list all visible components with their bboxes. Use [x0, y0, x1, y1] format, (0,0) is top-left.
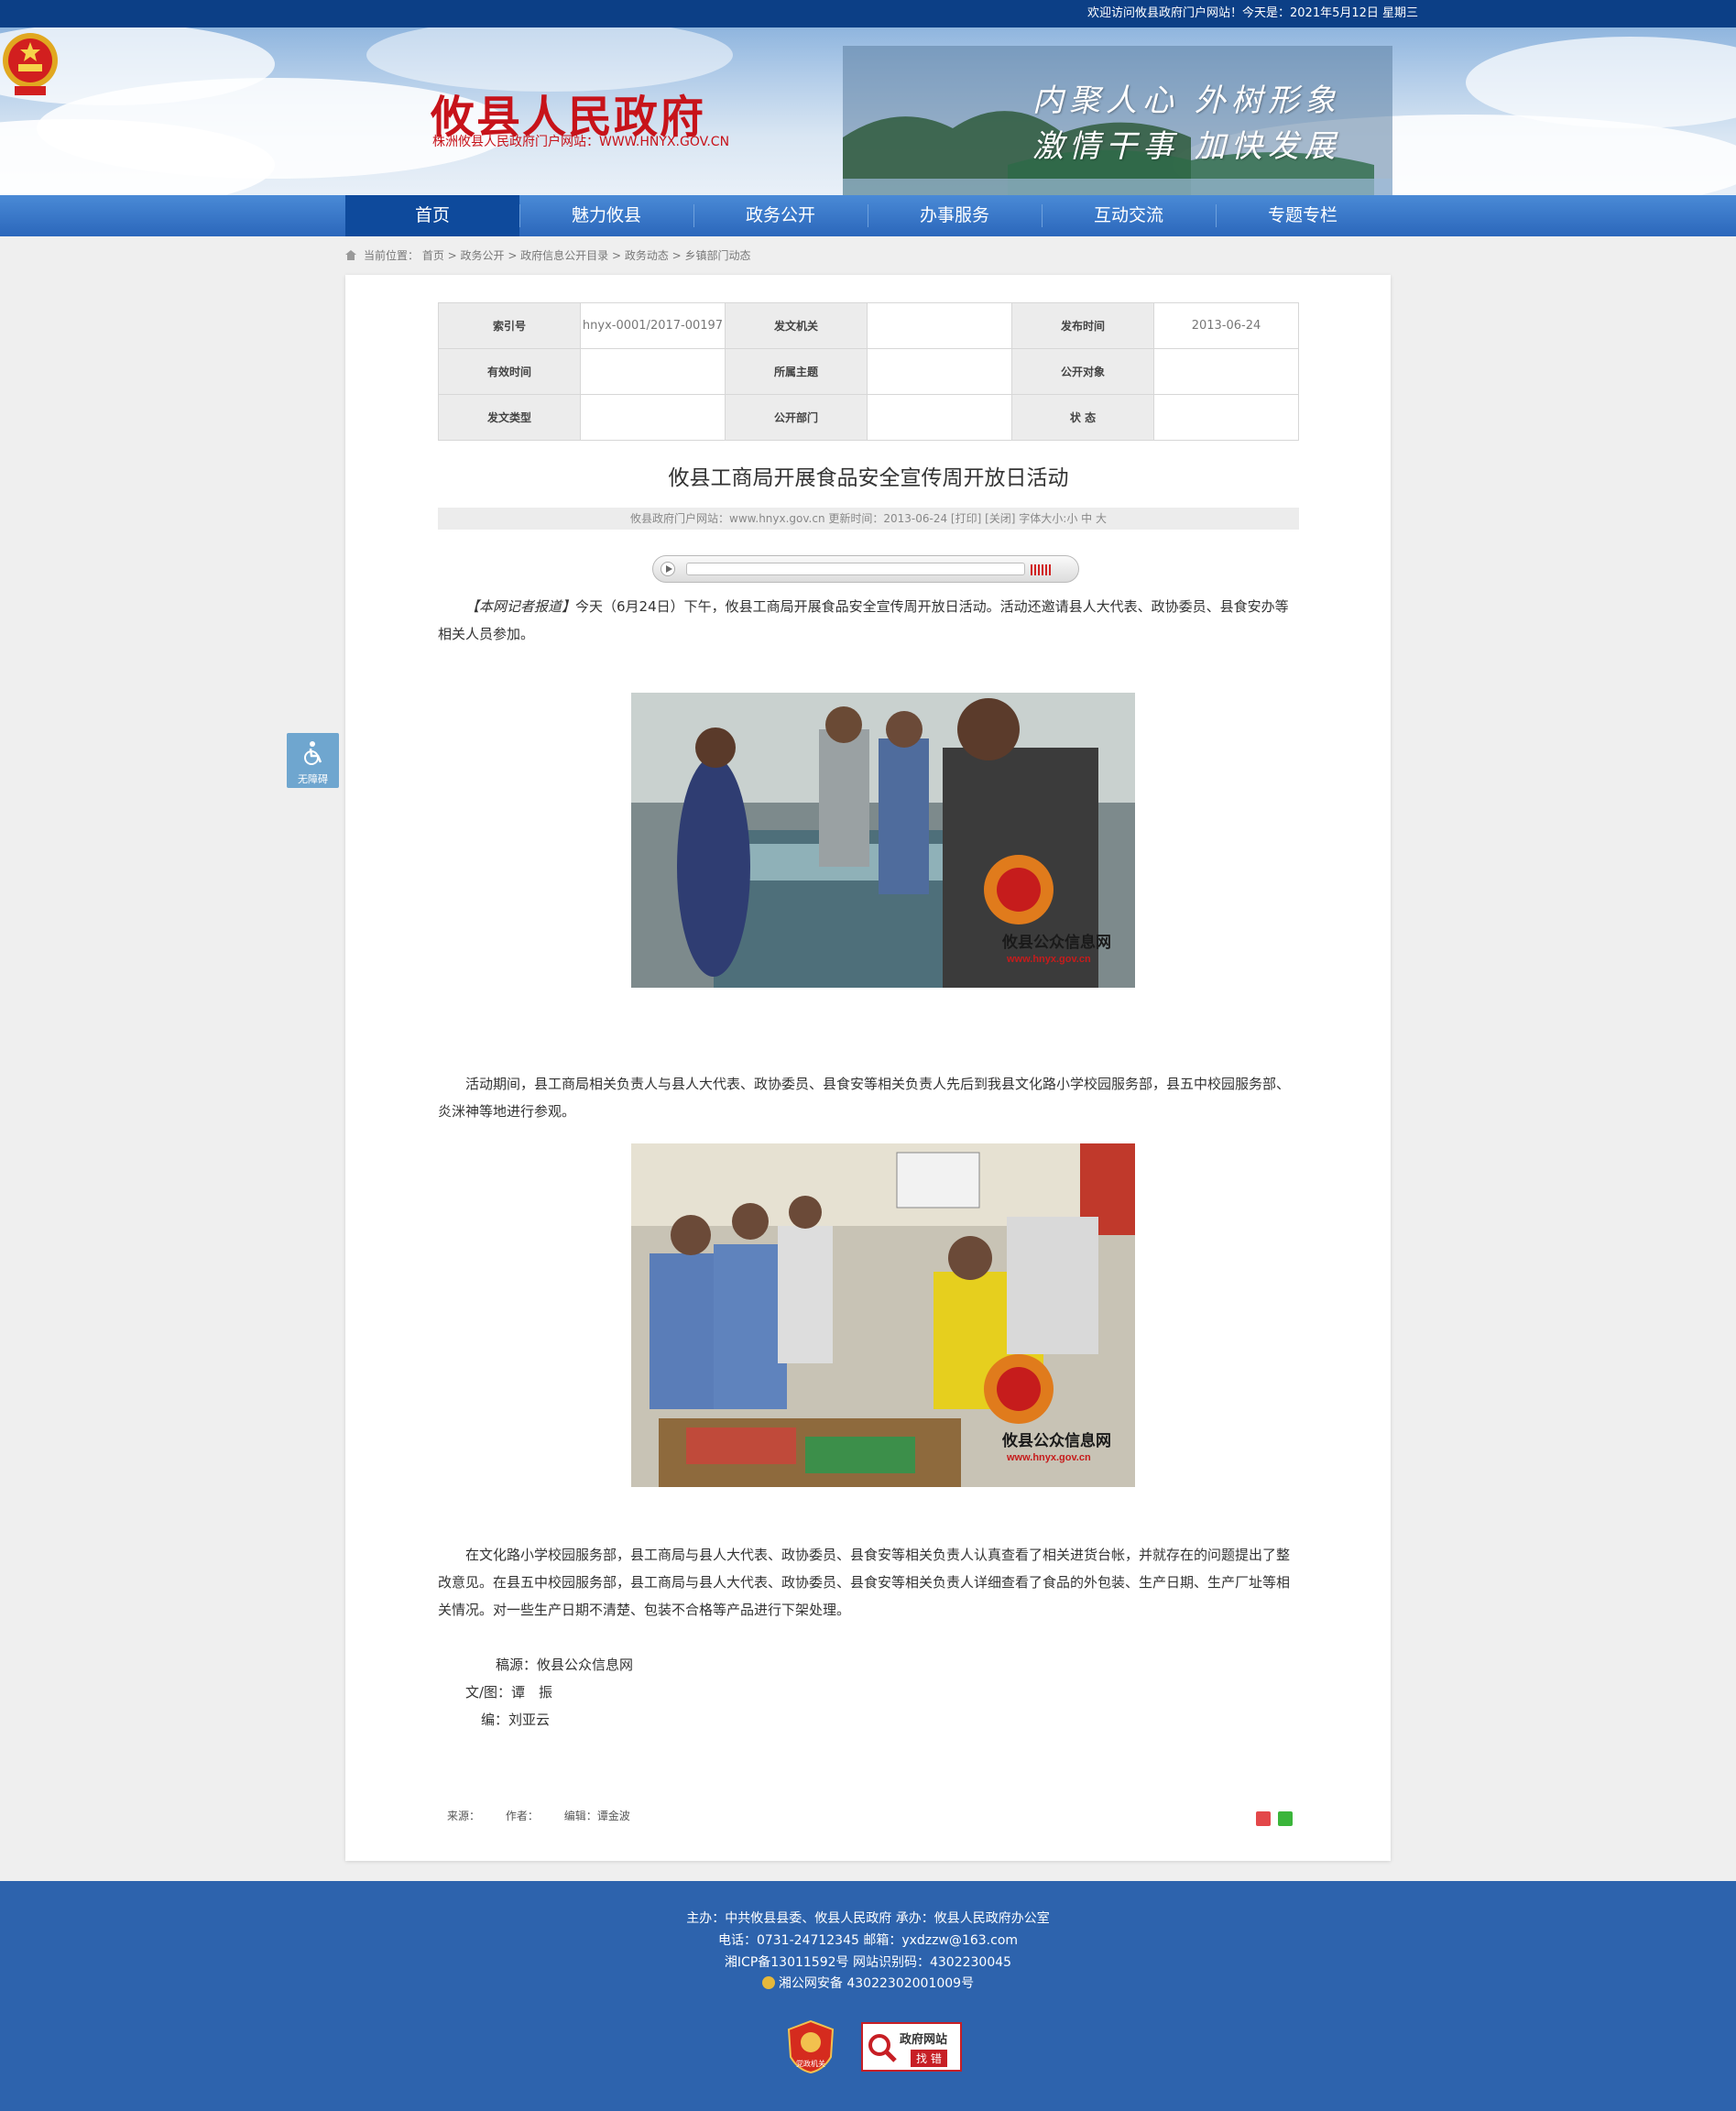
- nav-item-gov-affairs[interactable]: 政务公开: [693, 195, 868, 236]
- article-author: 文/图：谭 振: [465, 1684, 553, 1701]
- meta-value-issuer: [867, 302, 1012, 349]
- slogan-line-2: 激情干事 加快发展: [1032, 128, 1341, 165]
- footer-host: 主办：中共攸县县委、攸县人民政府 承办：攸县人民政府办公室: [686, 1911, 1050, 1926]
- play-icon[interactable]: [661, 562, 675, 576]
- meta-label-audience: 公开对象: [1011, 348, 1154, 395]
- site-url: 株洲攸县人民政府门户网站：WWW.HNYX.GOV.CN: [432, 135, 730, 149]
- home-icon: [345, 250, 356, 260]
- badge-find-error-label: 找 错: [911, 2050, 947, 2067]
- meta-label-issuer: 发文机关: [725, 302, 868, 349]
- footer-author: 作者：: [505, 1810, 539, 1822]
- nav-item-charm[interactable]: 魅力攸县: [519, 195, 693, 236]
- article-paragraph-1: 【本网记者报道】今天（6月24日）下午，攸县工商局开展食品安全宣传周开放日活动。…: [438, 598, 1289, 642]
- photo-1-watermark: 攸县公众信息网: [1001, 933, 1111, 951]
- article-source: 稿源：攸县公众信息网: [496, 1657, 634, 1673]
- footer-source: 来源：: [447, 1810, 481, 1822]
- welcome-text: 欢迎访问攸县政府门户网站！今天是：2021年5月12日 星期三: [1087, 6, 1419, 20]
- meta-value-index: hnyx-0001/2017-00197: [580, 302, 726, 349]
- police-badge-icon: [761, 1976, 775, 1989]
- footer-police[interactable]: 湘公网安备 43022302001009号: [0, 1974, 1736, 1992]
- volume-icon[interactable]: [1031, 564, 1053, 575]
- weibo-share-icon[interactable]: [1256, 1811, 1271, 1826]
- wheelchair-icon: [304, 741, 322, 765]
- meta-value-publish-date: 2013-06-24: [1153, 302, 1299, 349]
- meta-label-status: 状 态: [1011, 394, 1154, 441]
- meta-label-valid-time: 有效时间: [438, 348, 581, 395]
- meta-value-valid-time: [580, 348, 726, 395]
- audio-player[interactable]: [652, 555, 1079, 583]
- top-bar: 欢迎访问攸县政府门户网站！今天是：2021年5月12日 星期三: [0, 0, 1736, 27]
- nav-item-home[interactable]: 首页: [345, 195, 519, 236]
- meta-label-index: 索引号: [438, 302, 581, 349]
- accessibility-button[interactable]: 无障碍: [287, 733, 339, 788]
- main-nav: 首页 魅力攸县 政务公开 办事服务 互动交流 专题专栏: [0, 195, 1736, 236]
- site-footer: 主办：中共攸县县委、攸县人民政府 承办：攸县人民政府办公室 电话：0731-24…: [0, 1881, 1736, 2111]
- meta-value-department: [867, 394, 1012, 441]
- photo-2-watermark-url: www.hnyx.gov.cn: [1006, 1452, 1091, 1463]
- wechat-share-icon[interactable]: [1278, 1811, 1293, 1826]
- meta-value-audience: [1153, 348, 1299, 395]
- audio-progress-track[interactable]: [686, 563, 1025, 575]
- meta-label-publish-date: 发布时间: [1011, 302, 1154, 349]
- breadcrumb: 当前位置： 首页 > 政务公开 > 政府信息公开目录 > 政务动态 > 乡镇部门…: [345, 247, 751, 263]
- meta-value-status: [1153, 394, 1299, 441]
- meta-label-doc-type: 发文类型: [438, 394, 581, 441]
- gov-site-error-badge[interactable]: 政府网站 找 错: [861, 2022, 962, 2072]
- footer-icp[interactable]: 湘ICP备13011592号 网站识别码：4302230045: [0, 1952, 1736, 1971]
- footer-contact: 电话：0731-24712345 邮箱：yxdzzw@163.com: [717, 1933, 1019, 1948]
- banner-scenery: [0, 27, 1736, 195]
- badge-gov-site-label: 政府网站: [900, 2033, 948, 2047]
- meta-value-doc-type: [580, 394, 726, 441]
- meta-label-department: 公开部门: [725, 394, 868, 441]
- nav-item-services[interactable]: 办事服务: [868, 195, 1042, 236]
- svg-text:党政机关: 党政机关: [796, 2059, 825, 2068]
- reporter-tag: 【本网记者报道】: [465, 598, 576, 615]
- meta-table: 索引号 hnyx-0001/2017-00197 发文机关 发布时间 2013-…: [438, 302, 1299, 441]
- national-emblem-icon: [3, 33, 58, 95]
- article-title: 攸县工商局开展食品安全宣传周开放日活动: [668, 466, 1069, 490]
- article-footer: 来源： 作者： 编辑：谭金波: [447, 1808, 652, 1823]
- meta-label-topic: 所属主题: [725, 348, 868, 395]
- article-paragraph-3: 在文化路小学校园服务部，县工商局与县人大代表、政协委员、县食安等相关负责人认真查…: [438, 1547, 1291, 1618]
- photo-1-watermark-url: www.hnyx.gov.cn: [1006, 954, 1091, 965]
- article-photo-1: 攸县公众信息网 www.hnyx.gov.cn: [631, 693, 1135, 988]
- footer-editor: 编辑：谭金波: [563, 1810, 630, 1822]
- article-editor: 编：刘亚云: [481, 1712, 551, 1728]
- meta-value-topic: [867, 348, 1012, 395]
- article-info-bar: 攸县政府门户网站：www.hnyx.gov.cn 更新时间：2013-06-24…: [438, 508, 1299, 530]
- nav-item-special[interactable]: 专题专栏: [1216, 195, 1390, 236]
- photo-2-watermark: 攸县公众信息网: [1001, 1431, 1111, 1449]
- nav-item-interaction[interactable]: 互动交流: [1042, 195, 1216, 236]
- breadcrumb-text[interactable]: 当前位置： 首页 > 政务公开 > 政府信息公开目录 > 政务动态 > 乡镇部门…: [364, 249, 751, 262]
- magnifier-icon: [868, 2034, 897, 2062]
- accessibility-label: 无障碍: [298, 773, 328, 785]
- article-photo-2: 攸县公众信息网 www.hnyx.gov.cn: [631, 1143, 1135, 1487]
- article-paragraph-2: 活动期间，县工商局相关负责人与县人大代表、政协委员、县食安等相关负责人先后到我县…: [438, 1076, 1291, 1120]
- header-banner: 攸县人民政府 株洲攸县人民政府门户网站：WWW.HNYX.GOV.CN 内聚人心…: [0, 27, 1736, 195]
- party-gov-badge-icon[interactable]: 党政机关: [787, 2020, 835, 2073]
- slogan-line-1: 内聚人心 外树形象: [1032, 82, 1341, 119]
